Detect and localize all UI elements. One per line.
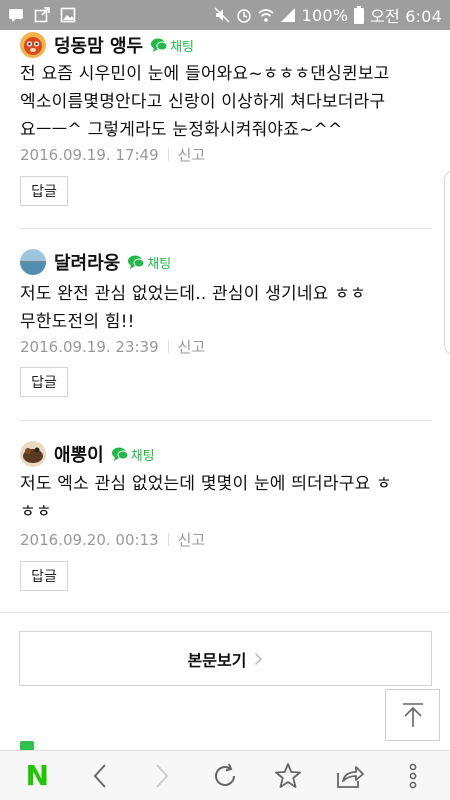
naver-home-icon: N xyxy=(25,759,49,792)
bookmark-star-icon xyxy=(274,763,301,788)
avatar[interactable] xyxy=(20,32,46,58)
share-box-icon xyxy=(34,7,50,23)
share-button[interactable] xyxy=(327,753,373,799)
section-divider xyxy=(0,612,450,613)
chat-link[interactable]: 채팅 xyxy=(128,253,171,272)
bookmark-button[interactable] xyxy=(265,753,311,799)
comment-text: 전 요즘 시우민이 눈에 들어와요~ㅎㅎㅎ댄싱퀸보고 엑소이름몇명안다고 신랑이… xyxy=(20,60,432,144)
comment-author[interactable]: 달려라웅 xyxy=(54,249,120,275)
share-icon xyxy=(337,765,364,788)
comment-header: 덩동맘 앵두 채팅 xyxy=(20,31,194,59)
alarm-icon xyxy=(236,7,252,23)
comment-line: ㅎㅎ xyxy=(20,502,52,522)
view-article-button[interactable]: 본문보기 xyxy=(19,631,432,686)
chat-bubble-icon xyxy=(8,7,24,23)
chat-icon xyxy=(151,38,168,52)
meta-separator xyxy=(167,340,169,353)
reply-button[interactable]: 답글 xyxy=(20,176,68,206)
comment-divider xyxy=(20,420,432,421)
signal-icon xyxy=(280,7,296,23)
comment-date: 2016.09.19. 23:39 xyxy=(20,337,159,356)
more-menu-button[interactable] xyxy=(390,753,436,799)
avatar[interactable] xyxy=(20,249,46,275)
comment-line: 무한도전의 힘!! xyxy=(20,312,135,332)
forward-button[interactable] xyxy=(139,753,185,799)
chat-icon xyxy=(128,255,145,269)
reply-button[interactable]: 답글 xyxy=(20,367,68,397)
arrow-up-icon xyxy=(402,703,423,727)
battery-icon xyxy=(354,6,365,24)
comment-meta: 2016.09.20. 00:13 신고 xyxy=(20,529,205,550)
more-menu-icon xyxy=(409,763,417,788)
comment-date: 2016.09.19. 17:49 xyxy=(20,145,159,164)
forward-icon xyxy=(156,763,169,788)
comment-line: 엑소이름몇명안다고 신랑이 이상하게 쳐다보더라구 xyxy=(20,92,386,112)
mute-icon xyxy=(214,7,230,23)
meta-separator xyxy=(167,148,169,161)
comment-meta: 2016.09.19. 23:39 신고 xyxy=(20,336,205,357)
comment-line: 전 요즘 시우민이 눈에 들어와요~ㅎㅎㅎ댄싱퀸보고 xyxy=(20,64,390,84)
battery-percent: 100% xyxy=(301,5,349,25)
clock: 오전 6:04 xyxy=(370,7,442,26)
comment-author[interactable]: 덩동맘 앵두 xyxy=(54,32,143,58)
chat-label: 채팅 xyxy=(147,256,172,272)
scroll-to-top-button[interactable] xyxy=(385,689,440,741)
chat-link[interactable]: 채팅 xyxy=(111,445,155,464)
comment-author[interactable]: 애뽕이 xyxy=(54,441,104,467)
image-icon xyxy=(60,7,76,23)
chat-label: 채팅 xyxy=(130,448,155,464)
report-link[interactable]: 신고 xyxy=(178,529,206,550)
comment-header: 애뽕이 채팅 xyxy=(20,440,155,468)
view-article-label: 본문보기 xyxy=(187,650,247,670)
comment-divider xyxy=(20,228,432,229)
comment-date: 2016.09.20. 00:13 xyxy=(20,530,159,549)
comment-text: 저도 완전 관심 없었는데.. 관심이 생기네요 ㅎㅎ 무한도전의 힘!! xyxy=(20,280,432,336)
comment-meta: 2016.09.19. 17:49 신고 xyxy=(20,144,205,165)
chevron-right-icon xyxy=(255,652,263,665)
refresh-icon xyxy=(214,763,235,786)
status-bar: 100% 오전 6:04 xyxy=(0,0,450,30)
avatar[interactable] xyxy=(20,441,46,467)
comment-line: 요ㅡㅡ^ 그렇게라도 눈정화시켜줘야죠~^^ xyxy=(20,120,343,140)
comment-line: 저도 엑소 관심 없었는데 몇몇이 눈에 띄더라구요 ㅎ xyxy=(20,474,392,494)
naver-home-button[interactable]: N xyxy=(14,753,60,799)
back-icon xyxy=(93,763,106,788)
comment-text: 저도 엑소 관심 없었는데 몇몇이 눈에 띄더라구요 ㅎ ㅎㅎ xyxy=(20,470,432,526)
report-link[interactable]: 신고 xyxy=(178,336,206,357)
report-link[interactable]: 신고 xyxy=(178,144,206,165)
reply-button[interactable]: 답글 xyxy=(20,561,68,591)
side-panel-handle[interactable] xyxy=(444,170,450,355)
chat-link[interactable]: 채팅 xyxy=(151,36,194,55)
chat-label: 채팅 xyxy=(170,39,194,55)
back-button[interactable] xyxy=(77,753,123,799)
chat-icon xyxy=(111,447,128,461)
comment-line: 저도 완전 관심 없었는데.. 관심이 생기네요 ㅎㅎ xyxy=(20,284,366,304)
wifi-icon xyxy=(258,7,274,23)
browser-toolbar: N xyxy=(0,750,450,800)
comment-header: 달려라웅 채팅 xyxy=(20,248,171,276)
refresh-button[interactable] xyxy=(202,753,248,799)
meta-separator xyxy=(167,533,169,546)
